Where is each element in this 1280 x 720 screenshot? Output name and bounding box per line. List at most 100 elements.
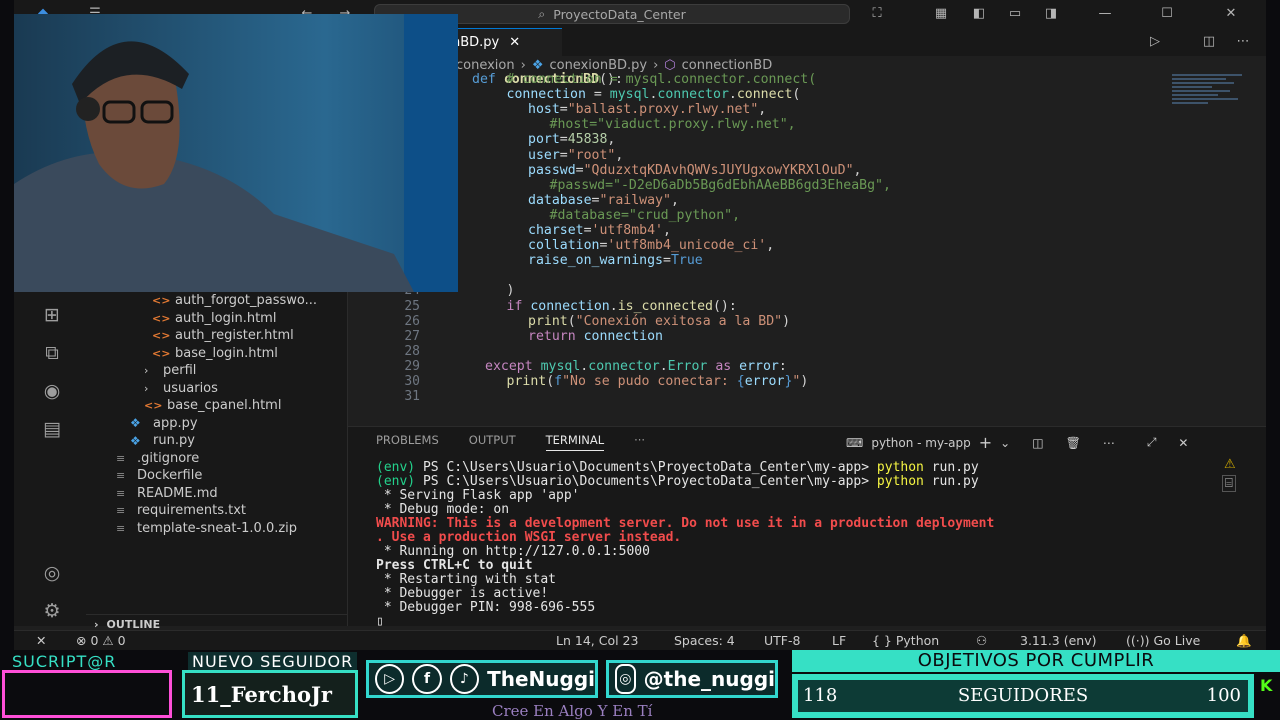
tree-item[interactable]: <> auth_login.html [152,310,276,327]
tree-item[interactable]: <> auth_forgot_passwo... [152,292,317,309]
tree-item[interactable]: ≡ template-sneat-1.0.0.zip [116,520,297,537]
maximize-panel-icon[interactable]: ⤢ [1147,435,1157,450]
tree-item-label: template-sneat-1.0.0.zip [137,520,298,536]
tab-label: nBD.py [452,35,500,50]
toggle-secondary-sidebar-icon[interactable]: ◨ [1040,4,1062,24]
tree-item-label: perfil [163,363,197,378]
panel-more-icon[interactable]: ⋯ [1103,436,1115,450]
go-live[interactable]: ((·)) Go Live [1126,633,1200,648]
code-text: print("Conexión exitosa a la BD") [528,313,791,329]
code-line: # connection = mysql.connector.connect( [348,72,1168,87]
tree-item-label: usuarios [163,380,218,396]
terminal-icon: ⌨ [846,435,864,450]
tab-output[interactable]: OUTPUT [469,433,516,451]
social-pill-instagram[interactable]: ◎ @the_nuggi [606,660,778,698]
code-line: port=45838, [348,132,1168,147]
social-handle-instagram: @the_nuggi [643,667,775,691]
copilot-icon[interactable]: ⛶ [866,4,888,24]
toggle-sidebar-icon[interactable]: ◧ [968,4,990,24]
maximize-icon[interactable]: ☐ [1156,4,1178,24]
github-icon[interactable]: ◉ [38,380,66,406]
tree-item[interactable]: › perfil [144,362,196,379]
toggle-panel-icon[interactable]: ▭ [1004,4,1026,24]
tree-item[interactable]: ≡ requirements.txt [116,502,246,519]
language-mode[interactable]: { } Python [872,633,939,648]
code-text: #database="crud_python", [549,207,741,223]
run-python-icon[interactable]: ▷ [1144,32,1166,52]
chevron-down-icon[interactable]: ⌄ [1000,436,1010,450]
tree-item[interactable]: › usuarios [144,380,218,397]
code-text: connection = mysql.connector.connect( [506,87,801,103]
terminal-selector[interactable]: ⌨ python - my-app + ⌄ ◫ 🗑 ⋯ ⤢ ✕ [846,433,1188,452]
cursor-position[interactable]: Ln 14, Col 23 [556,633,638,648]
code-line: 23 [348,268,1168,283]
terminal-line: . Use a production WSGI server instead. [376,530,682,545]
python-file-icon: ❖ [531,57,544,73]
warning-small-icon: ⚠ [102,633,114,648]
problems-indicator[interactable]: ⊗ 0 ⚠ 0 [76,633,126,648]
tree-item[interactable]: <> base_cpanel.html [144,397,281,414]
tree-item[interactable]: <> base_login.html [152,345,278,362]
code-text: charset='utf8mb4', [528,223,671,238]
tree-item[interactable]: ❖ app.py [130,415,198,432]
terminal-output[interactable]: (env) PS C:\Users\Usuario\Documents\Proy… [376,461,994,629]
line-number: 27 [404,328,420,344]
tree-item-label: Dockerfile [137,468,203,483]
social-pill-primary[interactable]: ▷ f ♪ TheNuggi [366,660,598,698]
close-tab-icon[interactable]: ✕ [509,35,520,50]
account-icon[interactable]: ◎ [38,562,66,588]
indentation[interactable]: Spaces: 4 [674,633,735,648]
error-count: 0 [90,633,99,648]
status-bar: ✕ ⊗ 0 ⚠ 0 Ln 14, Col 23 Spaces: 4 UTF-8 … [14,630,1266,650]
tree-item[interactable]: ❖ run.py [130,432,195,449]
code-line: 29 except mysql.connector.Error as error: [348,359,1168,374]
go-live-label: Go Live [1153,633,1201,648]
warning-icon[interactable]: ⚠ [1224,457,1236,472]
split-terminal-icon[interactable]: ◫ [1032,436,1043,450]
follower-box: 11_FerchoJr [182,670,358,718]
code-line: #host="viaduct.proxy.rlwy.net", [348,117,1168,132]
add-terminal-icon[interactable]: + [979,433,992,452]
tree-item[interactable]: ≡ Dockerfile [116,467,202,484]
minimap[interactable] [1172,72,1252,132]
tab-terminal[interactable]: TERMINAL [545,433,605,451]
breadcrumb-file[interactable]: conexionBD.py [549,58,647,73]
database-icon[interactable]: ▤ [38,418,66,444]
html-file-icon: <> [152,329,171,342]
breadcrumb-symbol[interactable]: connectionBD [682,58,773,73]
file-icon: ≡ [116,451,126,465]
copilot-status-icon[interactable]: ⚇ [976,633,987,648]
minimize-icon[interactable]: — [1094,4,1116,24]
notifications-bell-icon[interactable]: 🔔 [1236,633,1252,649]
breadcrumb-folder[interactable]: conexion [456,58,515,73]
code-line: 27 return connection [348,329,1168,344]
layout-icon[interactable]: ▦ [930,4,952,24]
extensions-icon[interactable]: ⊞ [38,304,66,330]
terminal-line: (env) PS C:\Users\Usuario\Documents\Proy… [376,460,979,475]
split-editor-icon[interactable]: ◫ [1198,32,1220,52]
python-file-icon: ❖ [130,416,141,430]
close-panel-icon[interactable]: ✕ [1178,436,1188,450]
remote-icon[interactable]: ✕ [36,633,46,648]
remote-explorer-icon[interactable]: ⧉ [38,342,66,368]
tree-item[interactable]: <> auth_register.html [152,327,294,344]
line-number: 28 [404,343,420,359]
encoding[interactable]: UTF-8 [764,633,800,648]
tree-item[interactable]: ≡ README.md [116,485,218,502]
code-text: return connection [528,328,663,344]
kill-terminal-icon[interactable]: 🗑 [1066,436,1081,450]
code-line: connection = mysql.connector.connect( [348,87,1168,102]
terminal-list-icon[interactable]: ⌸ [1222,475,1236,492]
python-file-icon: ❖ [130,433,141,448]
python-interpreter[interactable]: 3.11.3 (env) [1020,633,1097,648]
tree-item[interactable]: ≡ .gitignore [116,450,199,467]
editor-area: nBD.py ✕ ▷ ◫ ⋯ conexion › ❖ conexionBD.p… [348,28,1266,426]
eol[interactable]: LF [832,633,846,648]
more-actions-icon[interactable]: ⋯ [1232,32,1254,52]
settings-gear-icon[interactable]: ⚙ [38,600,66,626]
code-text: port=45838, [528,132,616,148]
close-window-icon[interactable]: ✕ [1220,4,1242,24]
tab-problems[interactable]: PROBLEMS [376,433,439,451]
tab-more[interactable]: ··· [634,433,645,451]
function-symbol-icon: ⬡ [664,57,676,73]
